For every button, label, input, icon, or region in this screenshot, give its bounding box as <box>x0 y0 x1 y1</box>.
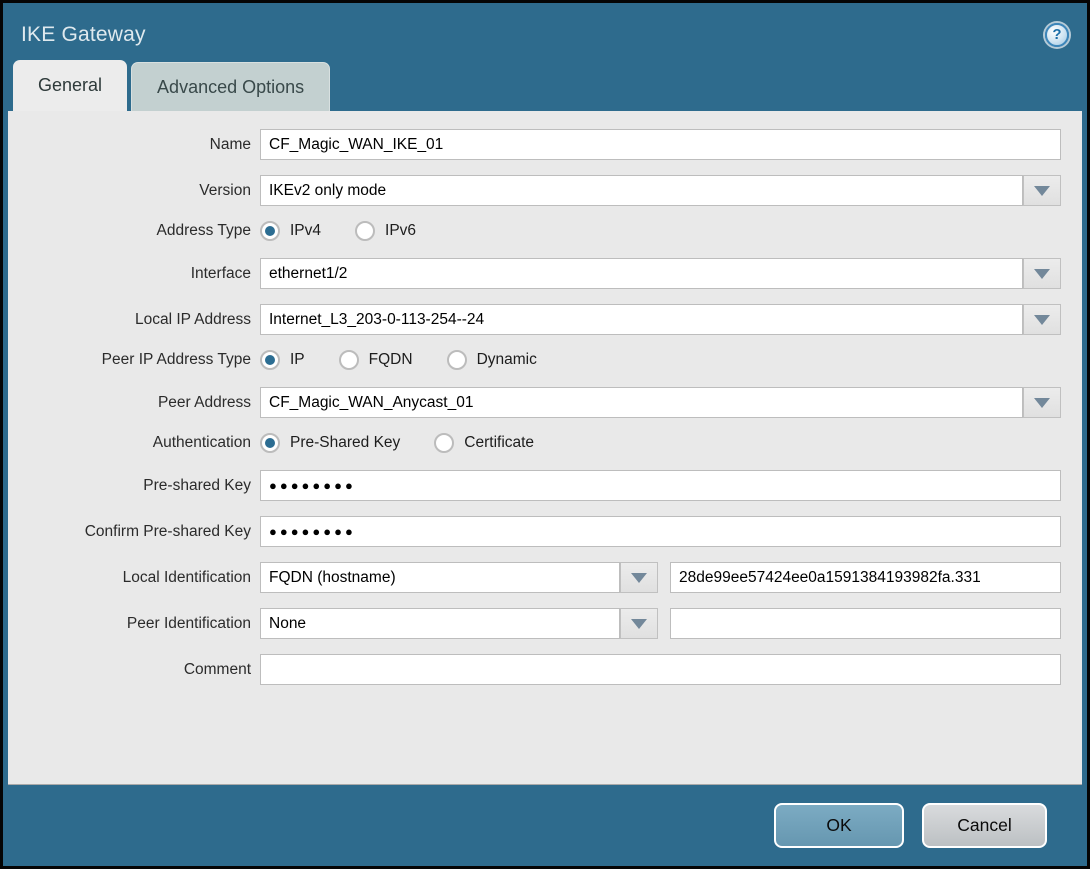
confirm-pre-shared-key-row: Confirm Pre-shared Key <box>8 516 1061 547</box>
interface-dropdown-button[interactable] <box>1023 258 1061 289</box>
authentication-label: Authentication <box>152 434 251 451</box>
address-type-ipv4-radio[interactable]: IPv4 <box>260 221 321 241</box>
dialog-titlebar: IKE Gateway ? <box>3 3 1087 60</box>
ike-gateway-dialog: IKE Gateway ? General Advanced Options N… <box>0 0 1090 869</box>
local-identification-value-input[interactable] <box>670 562 1061 593</box>
auth-pre-shared-key-radio[interactable]: Pre-Shared Key <box>260 433 400 453</box>
radio-unselected-icon <box>434 433 455 453</box>
tab-advanced-options[interactable]: Advanced Options <box>131 62 331 111</box>
radio-selected-icon <box>260 221 280 241</box>
address-type-row: Address Type IPv4 IPv6 <box>8 221 1061 241</box>
local-identification-row: Local Identification FQDN (hostname) <box>8 562 1061 593</box>
tab-general[interactable]: General <box>13 60 128 111</box>
tab-bar: General Advanced Options <box>3 60 1087 111</box>
comment-label: Comment <box>183 660 251 678</box>
peer-ip-address-type-label: Peer IP Address Type <box>101 351 251 368</box>
interface-label: Interface <box>190 264 251 282</box>
radio-unselected-icon <box>338 350 359 370</box>
version-input[interactable] <box>260 175 1023 206</box>
chevron-down-icon <box>631 618 647 629</box>
radio-unselected-icon <box>355 221 376 241</box>
version-row: Version <box>8 175 1061 206</box>
chevron-down-icon <box>1034 314 1050 325</box>
comment-row: Comment <box>8 654 1061 685</box>
peer-identification-dropdown-button[interactable] <box>620 608 658 639</box>
radio-selected-icon <box>260 433 280 453</box>
chevron-down-icon <box>1034 397 1050 408</box>
local-ip-address-dropdown-button[interactable] <box>1023 304 1061 335</box>
peer-type-ip-radio[interactable]: IP <box>260 350 305 370</box>
dialog-footer: OK Cancel <box>3 785 1087 866</box>
confirm-pre-shared-key-input[interactable] <box>260 516 1061 547</box>
local-identification-label: Local Identification <box>122 568 251 586</box>
local-ip-address-label: Local IP Address <box>134 310 251 328</box>
interface-row: Interface <box>8 258 1061 289</box>
local-identification-type-value: FQDN (hostname) <box>260 562 620 593</box>
chevron-down-icon <box>1034 268 1050 279</box>
interface-input[interactable] <box>260 258 1023 289</box>
peer-type-dynamic-radio[interactable]: Dynamic <box>446 350 537 370</box>
local-ip-address-row: Local IP Address <box>8 304 1061 335</box>
name-row: Name <box>8 129 1061 160</box>
chevron-down-icon <box>631 572 647 583</box>
authentication-row: Authentication Pre-Shared Key Certificat… <box>8 433 1061 453</box>
peer-type-fqdn-radio[interactable]: FQDN <box>338 350 413 370</box>
peer-ip-address-type-row: Peer IP Address Type IP FQDN Dynamic <box>8 350 1061 370</box>
cancel-button[interactable]: Cancel <box>922 803 1047 848</box>
ok-button[interactable]: OK <box>774 803 904 848</box>
peer-address-dropdown-button[interactable] <box>1023 387 1061 418</box>
auth-certificate-radio[interactable]: Certificate <box>434 433 534 453</box>
peer-identification-type-select[interactable]: None <box>260 608 658 639</box>
local-identification-dropdown-button[interactable] <box>620 562 658 593</box>
peer-address-row: Peer Address <box>8 387 1061 418</box>
chevron-down-icon <box>1034 185 1050 196</box>
pre-shared-key-row: Pre-shared Key <box>8 470 1061 501</box>
local-identification-type-select[interactable]: FQDN (hostname) <box>260 562 658 593</box>
peer-identification-row: Peer Identification None <box>8 608 1061 639</box>
comment-input[interactable] <box>260 654 1061 685</box>
local-ip-address-input[interactable] <box>260 304 1023 335</box>
peer-address-input[interactable] <box>260 387 1023 418</box>
peer-identification-value-input[interactable] <box>670 608 1061 639</box>
peer-identification-label: Peer Identification <box>126 614 251 632</box>
help-icon[interactable]: ? <box>1045 22 1069 47</box>
radio-selected-icon <box>260 350 280 370</box>
version-label: Version <box>199 181 251 199</box>
confirm-pre-shared-key-label: Confirm Pre-shared Key <box>84 522 251 540</box>
address-type-ipv6-radio[interactable]: IPv6 <box>355 221 416 241</box>
peer-identification-type-value: None <box>260 608 620 639</box>
version-dropdown-button[interactable] <box>1023 175 1061 206</box>
pre-shared-key-label: Pre-shared Key <box>143 476 251 494</box>
radio-unselected-icon <box>446 350 467 370</box>
peer-address-label: Peer Address <box>157 393 251 411</box>
dialog-title: IKE Gateway <box>21 22 146 46</box>
address-type-label: Address Type <box>156 222 252 239</box>
name-label: Name <box>209 135 251 153</box>
name-input[interactable] <box>260 129 1061 160</box>
general-tab-panel: Name Version Address Type IPv4 <box>8 111 1082 785</box>
pre-shared-key-input[interactable] <box>260 470 1061 501</box>
